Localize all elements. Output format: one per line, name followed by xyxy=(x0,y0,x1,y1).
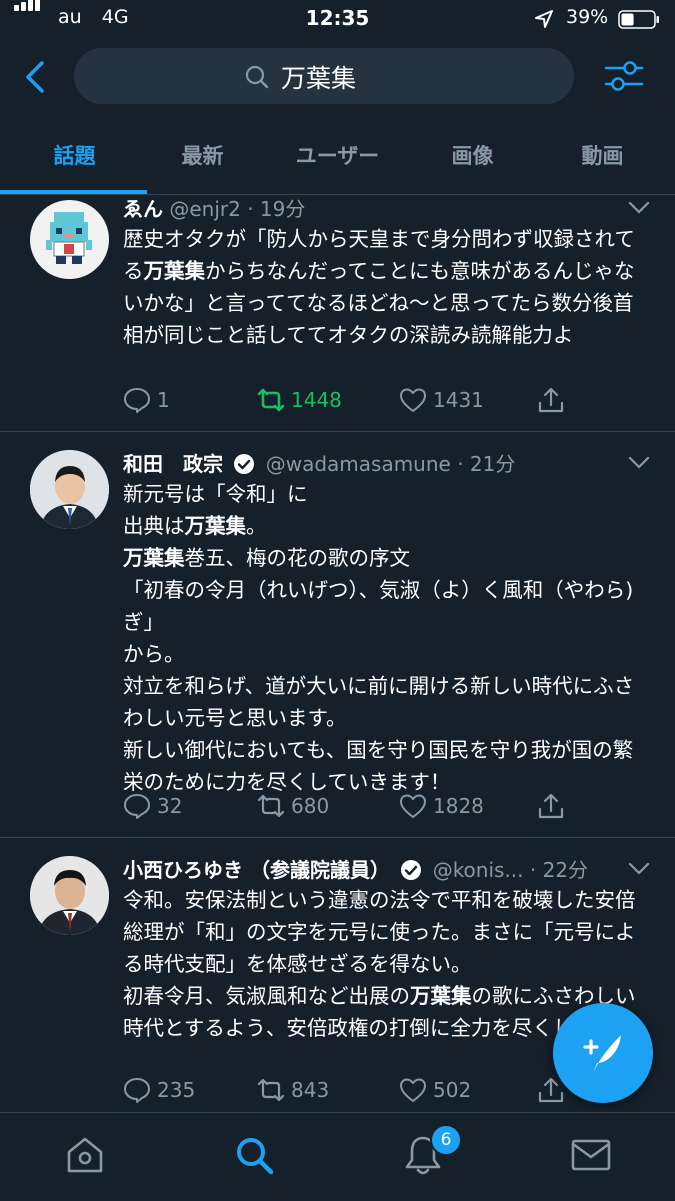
verified-badge-icon xyxy=(234,454,255,474)
like-count: 1828 xyxy=(433,794,484,818)
tweet-header: ゑん @enjr2 · 19分 xyxy=(123,197,306,221)
pixel-character-avatar-image xyxy=(46,212,92,264)
tab-images[interactable]: 画像 xyxy=(405,140,540,170)
search-query[interactable]: 万葉集 xyxy=(281,59,356,95)
tweet-text-segment: 。 xyxy=(246,514,267,538)
compose-tweet-button[interactable] xyxy=(553,1003,653,1103)
tweet-time: 21分 xyxy=(469,452,516,476)
tweet[interactable]: 和田 政宗 @wadamasamune · 21分 新元号は「令和」に 出典は万… xyxy=(0,432,675,838)
like-count: 502 xyxy=(433,1078,472,1102)
notification-count-badge: 6 xyxy=(430,1124,462,1156)
tab-latest[interactable]: 最新 xyxy=(135,140,270,170)
reply-count: 235 xyxy=(157,1078,196,1102)
retweet-icon xyxy=(257,388,285,412)
chevron-down-icon[interactable] xyxy=(628,201,650,215)
tweet-text-segment: 巻五、梅の花の歌の序文 「初春の令月（れいげつ）、気淑（よ）く風和（やわら)ぎ」… xyxy=(123,546,635,794)
tweet-header: 小西ひろゆき （参議院議員） @konis... · 22分 xyxy=(123,858,589,882)
tweet-actions: 1 1448 1431 xyxy=(123,384,573,416)
back-chevron-icon[interactable] xyxy=(22,60,50,94)
search-bar[interactable]: 万葉集 xyxy=(74,48,574,104)
reply-count: 1 xyxy=(157,388,170,412)
bottom-navigation xyxy=(0,1112,675,1201)
tweet-header: 和田 政宗 @wadamasamune · 21分 xyxy=(123,452,516,476)
like-count: 1431 xyxy=(433,388,484,412)
messages-icon[interactable] xyxy=(569,1133,613,1177)
avatar[interactable] xyxy=(30,200,109,279)
tweet-text: 新元号は「令和」に 出典は万葉集。 万葉集巻五、梅の花の歌の序文 「初春の令月（… xyxy=(123,478,651,798)
reply-icon xyxy=(124,794,150,819)
retweet-count: 843 xyxy=(291,1078,330,1102)
profile-photo-image xyxy=(30,856,109,935)
avatar[interactable] xyxy=(30,450,109,529)
reply-icon xyxy=(124,1078,150,1103)
avatar[interactable] xyxy=(30,856,109,935)
battery-icon xyxy=(618,10,659,29)
profile-photo-image xyxy=(30,450,109,529)
verified-badge-icon xyxy=(401,860,422,880)
display-name[interactable]: ゑん xyxy=(123,197,163,221)
compose-tweet-icon xyxy=(583,1035,621,1073)
chevron-down-icon[interactable] xyxy=(628,456,650,470)
search-tabs: 話題 最新 ユーザー 画像 動画 xyxy=(0,128,675,195)
tweet-text: 歴史オタクが「防人から天皇まで身分問わず収録されてる万葉集からちなんだってことに… xyxy=(123,223,651,351)
heart-icon xyxy=(400,1078,426,1102)
user-handle[interactable]: @wadamasamune xyxy=(266,452,451,476)
search-icon[interactable] xyxy=(232,1133,276,1177)
tweet-actions: 235 843 502 xyxy=(123,1074,573,1106)
display-name[interactable]: 小西ひろゆき （参議院議員） xyxy=(123,858,390,882)
tweet[interactable]: ゑん @enjr2 · 19分 歴史オタクが「防人から天皇まで身分問わず収録され… xyxy=(0,195,675,432)
heart-icon xyxy=(400,794,426,818)
retweet-count: 680 xyxy=(291,794,330,818)
tab-videos[interactable]: 動画 xyxy=(535,140,670,170)
search-keyword-highlight: 万葉集 xyxy=(410,984,472,1008)
tab-users[interactable]: ユーザー xyxy=(270,140,405,170)
share-icon xyxy=(538,793,564,819)
search-keyword-highlight: 万葉集 xyxy=(123,546,185,570)
tweet-time: 19分 xyxy=(259,197,306,221)
filter-sliders-icon[interactable] xyxy=(604,58,644,94)
reply-icon xyxy=(124,388,150,413)
display-name[interactable]: 和田 政宗 xyxy=(123,452,223,476)
tweet-actions: 32 680 1828 xyxy=(123,790,573,822)
location-arrow-icon xyxy=(535,10,553,28)
tweet-time: 22分 xyxy=(542,858,589,882)
retweet-icon xyxy=(257,1078,285,1102)
search-keyword-highlight: 万葉集 xyxy=(143,259,206,283)
battery-percent: 39% xyxy=(566,6,609,28)
reply-count: 32 xyxy=(157,794,183,818)
tab-trending[interactable]: 話題 xyxy=(7,140,142,170)
retweet-icon xyxy=(257,794,285,818)
chevron-down-icon[interactable] xyxy=(628,862,650,876)
user-handle[interactable]: @enjr2 xyxy=(169,197,240,221)
search-icon xyxy=(245,65,269,89)
share-icon xyxy=(538,387,564,413)
user-handle[interactable]: @konis... xyxy=(433,858,524,882)
heart-icon xyxy=(400,388,426,412)
home-icon[interactable] xyxy=(63,1133,107,1177)
status-bar: au 4G 12:35 39% xyxy=(0,0,675,40)
search-keyword-highlight: 万葉集 xyxy=(184,514,247,538)
retweet-count: 1448 xyxy=(291,388,342,412)
